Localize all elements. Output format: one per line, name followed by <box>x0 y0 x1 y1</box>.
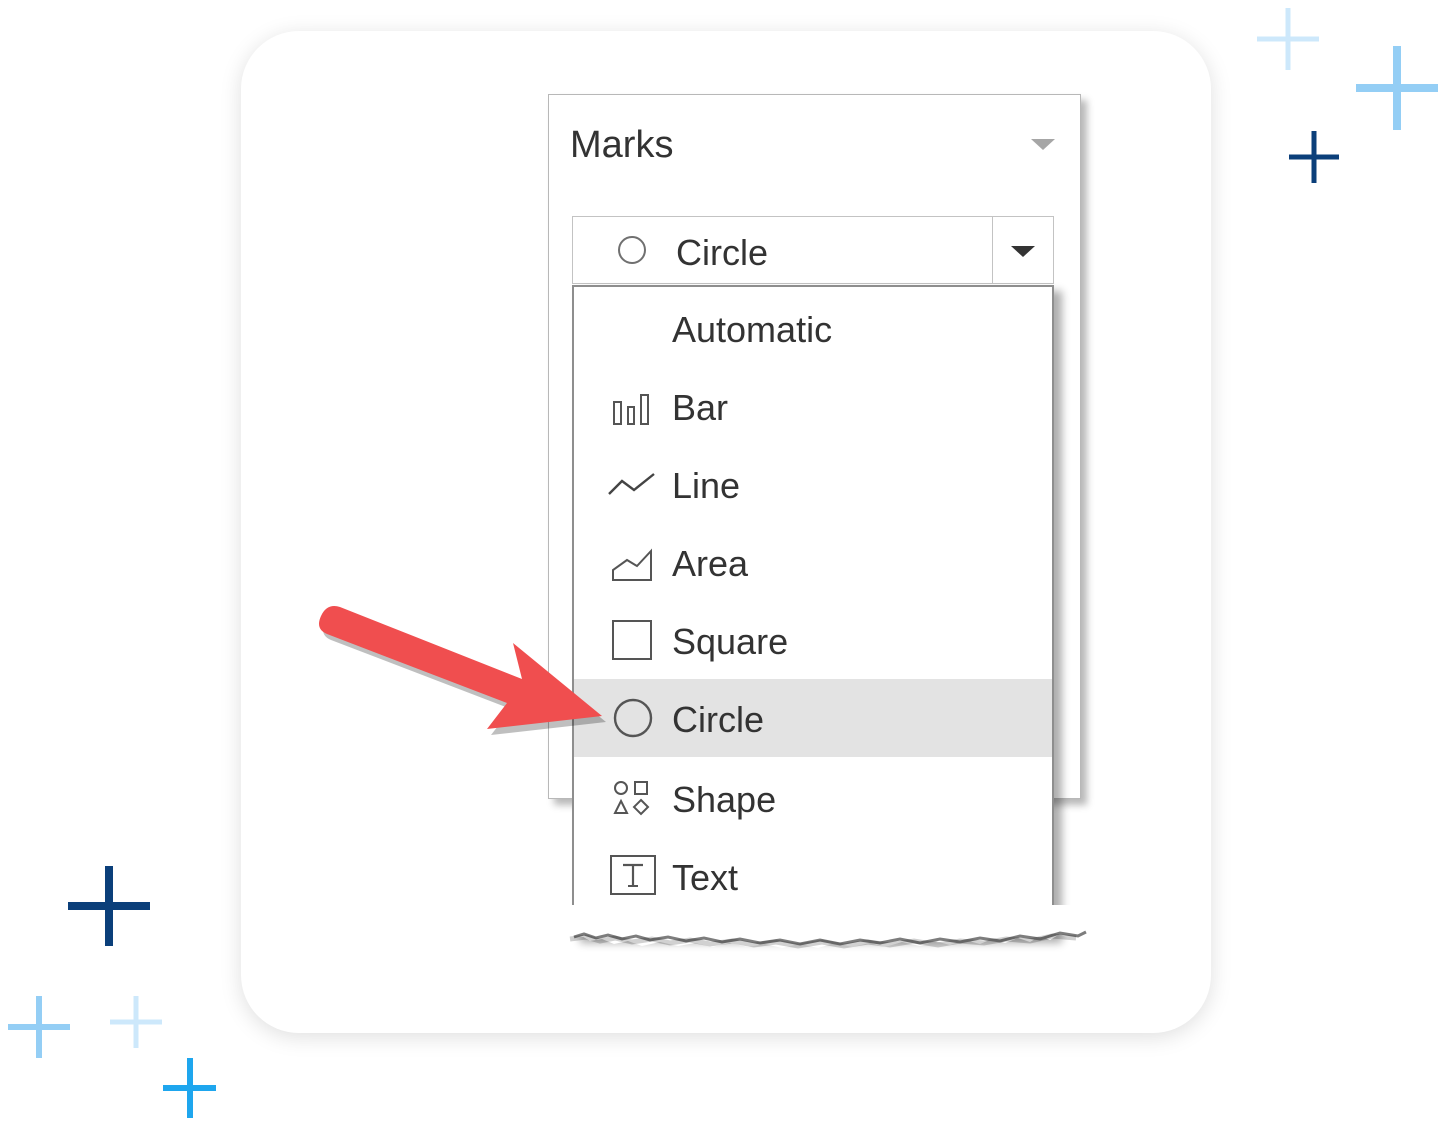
option-label: Automatic <box>672 309 833 350</box>
chevron-down-icon[interactable] <box>1011 246 1035 257</box>
marks-panel-title: Marks <box>570 124 674 166</box>
shape-icon <box>613 781 650 816</box>
area-icon <box>612 548 652 581</box>
plus-sparkle-icon <box>68 866 150 946</box>
text-icon <box>610 855 656 895</box>
option-label: Line <box>672 465 741 506</box>
plus-sparkle-icon <box>1257 8 1319 70</box>
line-icon <box>608 473 655 495</box>
bar-icon <box>613 394 649 425</box>
plus-sparkle-icon <box>1289 131 1339 183</box>
option-circle[interactable]: Circle <box>574 679 1052 757</box>
torn-edge-decoration <box>540 905 1100 949</box>
option-text[interactable]: Text <box>574 837 1052 915</box>
option-bar[interactable]: Bar <box>574 367 1052 445</box>
option-shape[interactable]: Shape <box>574 759 1052 837</box>
option-label: Square <box>672 621 789 662</box>
circle-icon <box>618 236 646 264</box>
red-arrow-annotation <box>319 606 606 735</box>
dropdown-divider <box>992 217 993 283</box>
panel-menu-caret-icon[interactable] <box>1031 139 1055 150</box>
option-area[interactable]: Area <box>574 523 1052 601</box>
plus-sparkle-icon <box>163 1058 216 1118</box>
option-label: Area <box>672 543 749 584</box>
option-label: Text <box>672 857 739 898</box>
plus-sparkle-icon <box>1356 46 1438 130</box>
plus-sparkle-icon <box>110 996 162 1048</box>
mark-type-selected-value: Circle <box>676 232 769 273</box>
option-label: Bar <box>672 387 729 428</box>
option-line[interactable]: Line <box>574 445 1052 523</box>
option-label: Shape <box>672 779 777 820</box>
option-square[interactable]: Square <box>574 601 1052 679</box>
plus-sparkle-icon <box>8 996 70 1058</box>
option-label: Circle <box>672 699 765 740</box>
option-automatic[interactable]: Automatic <box>574 289 1052 367</box>
